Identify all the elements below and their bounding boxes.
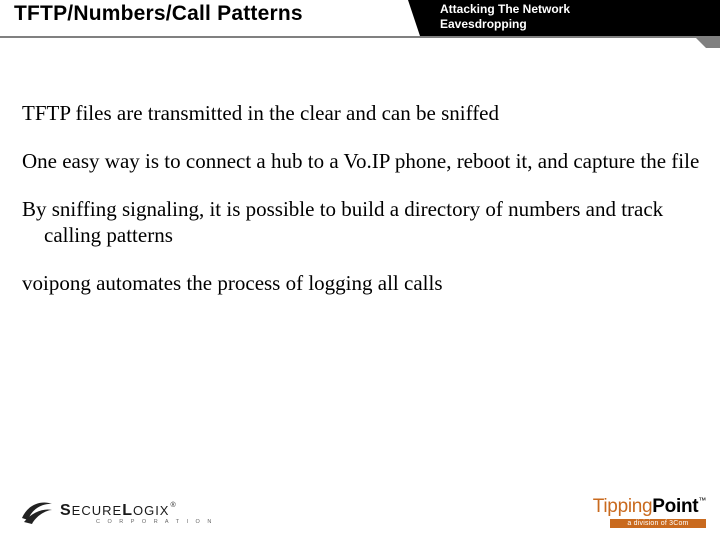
body-paragraph-2: One easy way is to connect a hub to a Vo… <box>22 148 712 174</box>
logo-tp-point: Point <box>652 496 698 517</box>
logo-registered-icon: ® <box>170 502 176 509</box>
logo-tippingpoint-text: TippingPoint™ <box>593 496 706 517</box>
body-paragraph-1: TFTP files are transmitted in the clear … <box>22 100 712 126</box>
body-paragraph-4: voipong automates the process of logging… <box>22 270 712 296</box>
body-paragraph-3: By sniffing signaling, it is possible to… <box>22 196 712 248</box>
tab-notch <box>408 0 420 36</box>
logo-tp-tipping: Tipping <box>593 496 653 517</box>
logo-securelogix: SECURELOGIX® C O R P O R A T I O N <box>20 498 220 528</box>
section-tab: Attacking The Network Eavesdropping <box>420 0 720 36</box>
logo-sl-l: L <box>122 502 133 519</box>
header-underline <box>0 36 720 38</box>
swoosh-icon <box>20 498 54 529</box>
logo-securelogix-text: SECURELOGIX® C O R P O R A T I O N <box>60 502 214 525</box>
section-tab-text: Attacking The Network Eavesdropping <box>430 2 720 32</box>
slide-title: TFTP/Numbers/Call Patterns <box>14 2 303 26</box>
logo-tippingpoint: TippingPoint™ a division of 3Com <box>556 496 706 530</box>
logo-securelogix-sub: C O R P O R A T I O N <box>96 519 214 525</box>
logo-sl-ecure: ECURE <box>72 503 123 518</box>
logo-sl-ogix: OGIX <box>133 503 170 518</box>
slide-footer: SECURELOGIX® C O R P O R A T I O N Tippi… <box>0 494 720 534</box>
logo-sl-s: S <box>60 502 72 519</box>
logo-trademark-icon: ™ <box>698 496 706 505</box>
section-tab-line2: Eavesdropping <box>440 17 527 31</box>
logo-tippingpoint-sub: a division of 3Com <box>610 519 706 528</box>
slide-body: TFTP files are transmitted in the clear … <box>22 100 712 318</box>
slide-header: TFTP/Numbers/Call Patterns Attacking The… <box>0 0 720 36</box>
section-tab-line1: Attacking The Network <box>440 2 570 16</box>
header-corner <box>706 38 720 48</box>
